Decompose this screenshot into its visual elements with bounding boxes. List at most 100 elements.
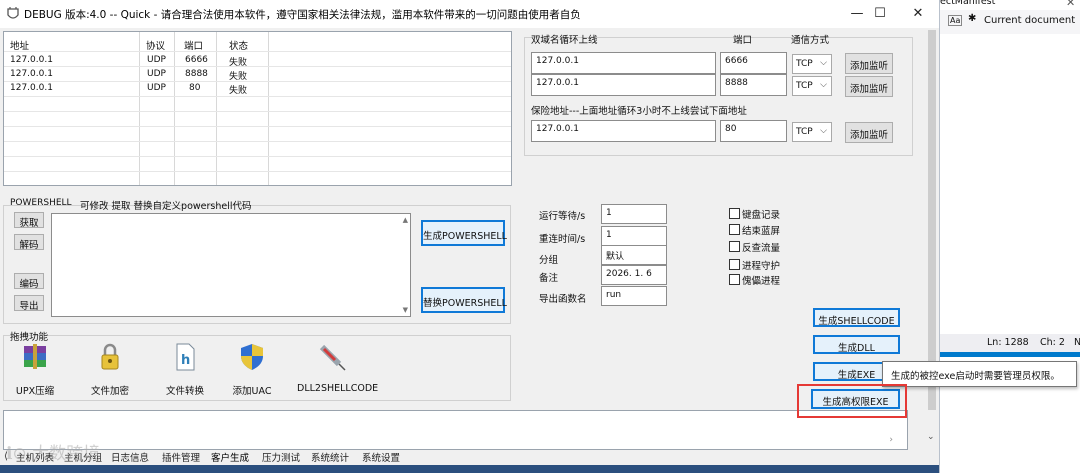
uac-shield-icon bbox=[237, 342, 267, 372]
protocol-2-select[interactable]: TCP ⌵ bbox=[792, 76, 832, 96]
column-header-port[interactable]: 端口 bbox=[184, 38, 203, 52]
table-cell[interactable]: UDP bbox=[147, 83, 166, 93]
pin-icon: ✱ bbox=[968, 13, 977, 24]
get-button[interactable]: 获取 bbox=[14, 212, 44, 229]
file-encrypt-tool[interactable]: 文件加密 bbox=[75, 342, 145, 397]
generate-powershell-button[interactable]: 生成POWERSHELL bbox=[421, 220, 507, 246]
run-wait-input[interactable]: 1 bbox=[601, 204, 667, 224]
scroll-up-icon[interactable]: ▲ bbox=[403, 216, 408, 224]
host-2-input[interactable]: 127.0.0.1 bbox=[531, 74, 716, 96]
close-icon[interactable]: ✕ bbox=[1066, 0, 1075, 9]
group-input[interactable]: 默认 bbox=[601, 245, 667, 265]
upx-compress-tool[interactable]: UPX压缩 bbox=[0, 342, 70, 397]
ide-editor-area[interactable] bbox=[940, 34, 1080, 334]
scroll-down-icon[interactable]: ▼ bbox=[403, 306, 408, 314]
fallback-address-label: 保险地址---上面地址循环3小时不上线尝试下面地址 bbox=[531, 106, 747, 117]
tab-log-info[interactable]: 日志信息 bbox=[111, 450, 149, 464]
tool-label: 文件加密 bbox=[90, 386, 129, 397]
add-listener-fallback-button[interactable]: 添加监听 bbox=[845, 122, 893, 143]
checkbox-label: 反查流量 bbox=[742, 243, 781, 254]
checkbox-label: 键盘记录 bbox=[742, 210, 781, 221]
note-input[interactable]: 2026. 1. 6 bbox=[601, 265, 667, 285]
add-listener-1-button[interactable]: 添加监听 bbox=[845, 53, 893, 74]
tab-system-settings[interactable]: 系统设置 bbox=[362, 450, 400, 464]
puppet-process-checkbox[interactable] bbox=[729, 274, 740, 285]
export-name-input[interactable]: run bbox=[601, 286, 667, 306]
title-bar[interactable]: DEBUG 版本:4.0 -- Quick - 请合理合法使用本软件，遵守国家相… bbox=[0, 0, 939, 28]
checkbox-label: 结束蓝屏 bbox=[742, 226, 781, 237]
fallback-port-input[interactable]: 80 bbox=[720, 120, 787, 142]
table-cell[interactable]: 6666 bbox=[185, 55, 208, 65]
match-case-icon[interactable]: Aa bbox=[948, 15, 963, 26]
column-indicator: Ch: 2 bbox=[1040, 337, 1065, 348]
add-uac-tool[interactable]: 添加UAC bbox=[217, 342, 287, 397]
tab-system-stats[interactable]: 系统统计 bbox=[311, 450, 349, 464]
fallback-host-input[interactable]: 127.0.0.1 bbox=[531, 120, 716, 142]
checkbox-label: 傀儡进程 bbox=[742, 276, 781, 287]
decode-button[interactable]: 解码 bbox=[14, 234, 44, 251]
line-indicator: Ln: 1288 bbox=[987, 337, 1029, 348]
encode-button[interactable]: 编码 bbox=[14, 273, 44, 290]
table-cell[interactable]: 127.0.0.1 bbox=[10, 69, 53, 79]
column-header-status[interactable]: 状态 bbox=[229, 38, 248, 52]
process-guard-checkbox[interactable] bbox=[729, 259, 740, 270]
log-output-box[interactable]: › bbox=[3, 410, 908, 450]
bsod-checkbox[interactable] bbox=[729, 224, 740, 235]
traffic-check-checkbox[interactable] bbox=[729, 241, 740, 252]
winrar-icon bbox=[20, 342, 50, 372]
powershell-hint: 可修改 提取 替换自定义powershell代码 bbox=[80, 201, 252, 212]
export-button[interactable]: 导出 bbox=[14, 295, 44, 312]
table-cell[interactable]: 失败 bbox=[229, 83, 247, 96]
file-convert-tool[interactable]: h 文件转换 bbox=[150, 342, 220, 397]
tool-label: DLL2SHELLCODE bbox=[297, 383, 379, 394]
tab-plugin-manager[interactable]: 插件管理 bbox=[162, 450, 200, 464]
column-header-address[interactable]: 地址 bbox=[10, 38, 29, 52]
watermark-text: 大数跨境 bbox=[32, 444, 101, 464]
replace-powershell-button[interactable]: 替换POWERSHELL bbox=[421, 287, 507, 313]
scope-current-document[interactable]: Current document bbox=[984, 15, 1075, 26]
table-cell[interactable]: 127.0.0.1 bbox=[10, 83, 53, 93]
export-name-label: 导出函数名 bbox=[539, 294, 587, 305]
dll-to-shellcode-tool[interactable]: DLL2SHELLCODE bbox=[297, 342, 379, 394]
watermark-logo-icon: ℹ︎⊙ bbox=[6, 444, 27, 464]
dual-domain-label: 双域名循环上线 bbox=[531, 35, 598, 46]
host-list-table[interactable]: 地址 协议 端口 状态 127.0.0.1 UDP 6666 失败 127.0.… bbox=[3, 31, 512, 186]
app-logo-icon bbox=[7, 7, 19, 19]
port-1-input[interactable]: 6666 bbox=[720, 52, 787, 74]
table-cell[interactable]: 失败 bbox=[229, 69, 247, 82]
protocol-1-select[interactable]: TCP ⌵ bbox=[792, 54, 832, 74]
tab-client-generate[interactable]: 客户生成 bbox=[211, 450, 249, 464]
tab-stress-test[interactable]: 压力测试 bbox=[262, 450, 300, 464]
window-title: DEBUG 版本:4.0 -- Quick - 请合理合法使用本软件，遵守国家相… bbox=[24, 9, 581, 21]
ide-status-extra: N bbox=[1074, 337, 1080, 348]
port-2-input[interactable]: 8888 bbox=[720, 74, 787, 96]
close-button[interactable]: ✕ bbox=[895, 0, 939, 28]
note-label: 备注 bbox=[539, 273, 559, 284]
admin-exe-tooltip: 生成的被控exe启动时需要管理员权限。 bbox=[882, 361, 1077, 387]
keylogger-checkbox[interactable] bbox=[729, 208, 740, 219]
host-1-input[interactable]: 127.0.0.1 bbox=[531, 52, 716, 74]
column-header-protocol[interactable]: 协议 bbox=[146, 38, 165, 52]
chevron-down-icon: ⌵ bbox=[820, 80, 827, 90]
ide-file-tab[interactable]: ectManifest bbox=[940, 0, 995, 7]
add-listener-2-button[interactable]: 添加监听 bbox=[845, 76, 893, 97]
fallback-protocol-select[interactable]: TCP ⌵ bbox=[792, 122, 832, 142]
table-cell[interactable]: 失败 bbox=[229, 55, 247, 68]
padlock-icon bbox=[95, 342, 125, 372]
scrollbar-thumb[interactable] bbox=[928, 30, 936, 410]
tool-label: UPX压缩 bbox=[15, 386, 55, 397]
generate-shellcode-button[interactable]: 生成SHELLCODE bbox=[813, 308, 900, 327]
table-cell[interactable]: 127.0.0.1 bbox=[10, 55, 53, 65]
reconnect-input[interactable]: 1 bbox=[601, 226, 667, 246]
table-cell[interactable]: 80 bbox=[189, 83, 200, 93]
chevron-down-icon[interactable]: ⌄ bbox=[927, 432, 935, 442]
generate-dll-button[interactable]: 生成DLL bbox=[813, 335, 900, 354]
table-cell[interactable]: UDP bbox=[147, 55, 166, 65]
table-cell[interactable]: 8888 bbox=[185, 69, 208, 79]
table-cell[interactable]: UDP bbox=[147, 69, 166, 79]
tool-label: 文件转换 bbox=[165, 386, 204, 397]
powershell-code-textarea[interactable]: ▲ ▼ bbox=[51, 213, 411, 317]
chevron-right-icon[interactable]: › bbox=[889, 435, 893, 445]
document-h-icon: h bbox=[170, 342, 200, 372]
tab-strip-bar bbox=[0, 465, 939, 473]
